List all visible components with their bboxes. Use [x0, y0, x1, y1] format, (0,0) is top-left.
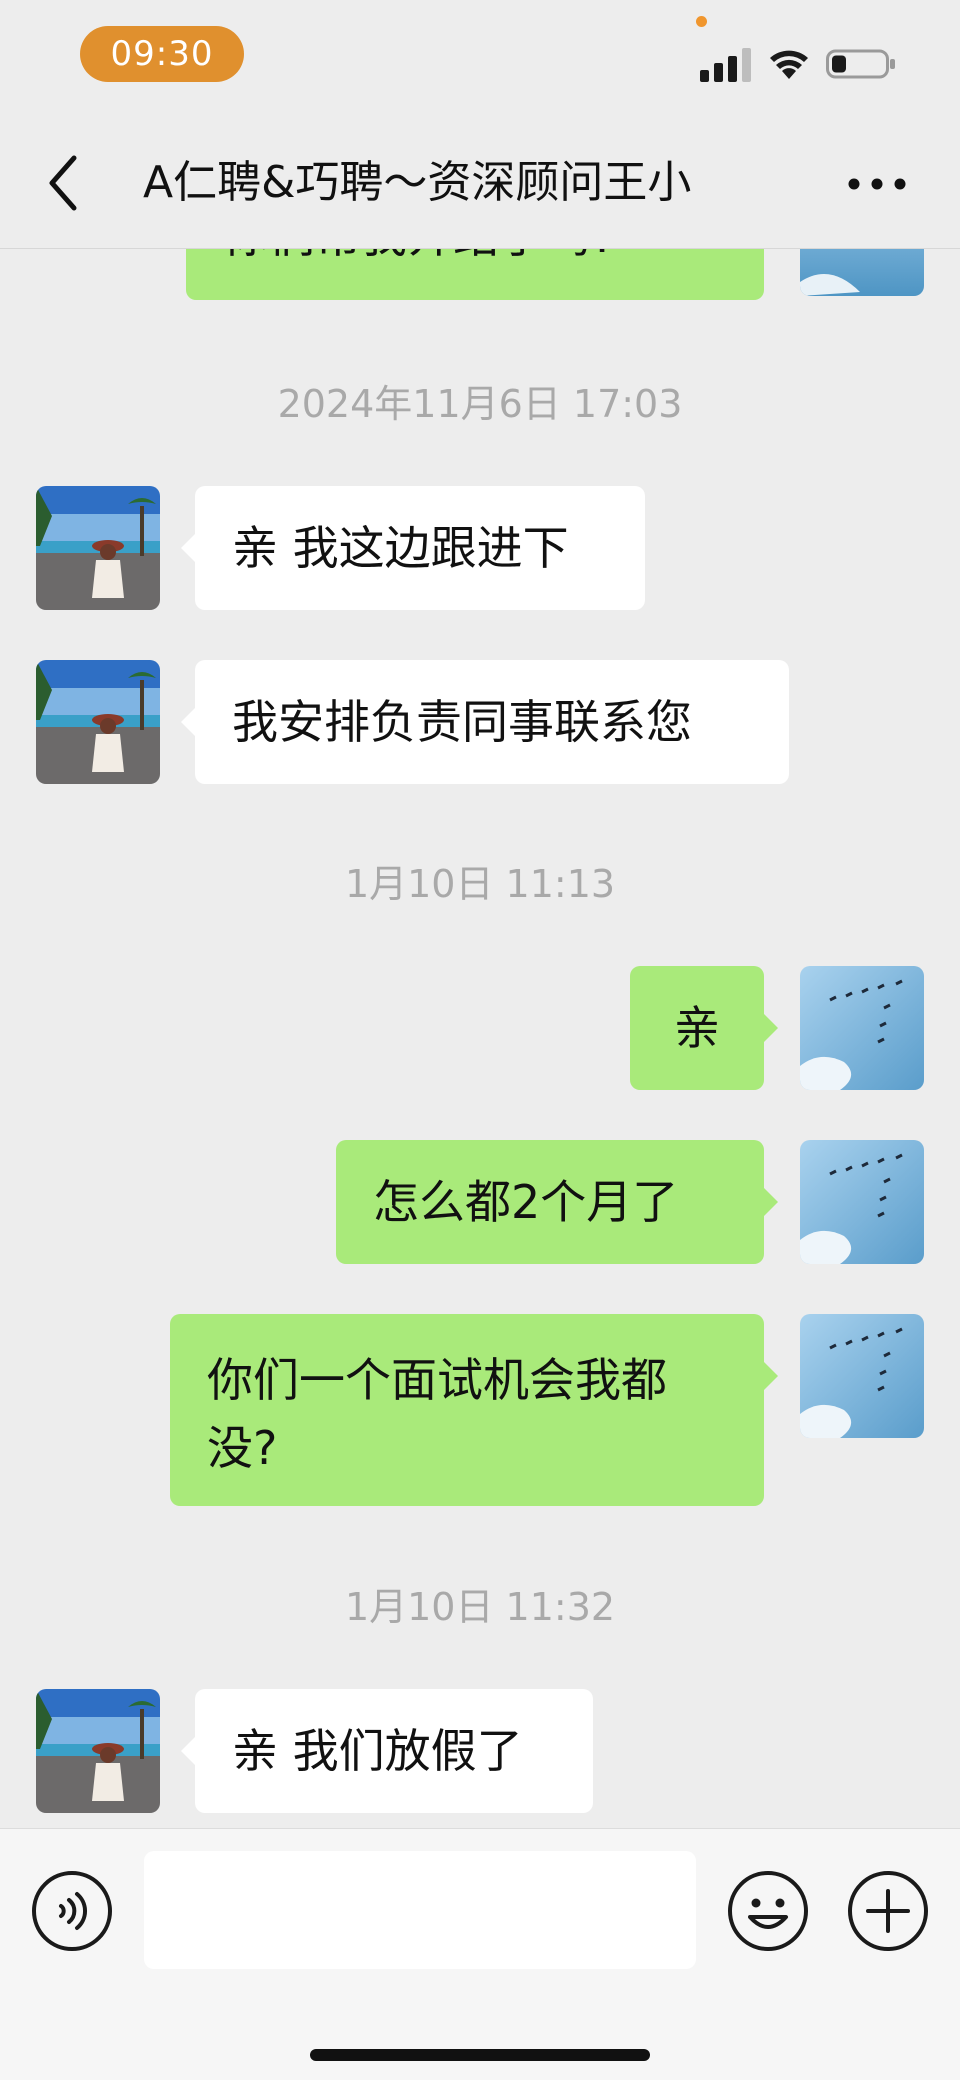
cellular-signal-icon	[700, 48, 751, 82]
privacy-indicator-dot	[696, 16, 707, 27]
avatar-contact[interactable]	[36, 486, 160, 610]
avatar-self[interactable]	[800, 248, 924, 296]
input-bar	[0, 1828, 960, 2080]
chat-header: A仁聘&巧聘～资深顾问王小	[0, 120, 960, 249]
message-bubble-sent[interactable]: 你们一个面试机会我都没?	[170, 1314, 778, 1506]
status-bar: 09:30	[0, 0, 960, 120]
message-input[interactable]	[144, 1851, 696, 1969]
timestamp: 1月10日 11:13	[344, 862, 616, 906]
avatar-self[interactable]	[800, 1140, 924, 1264]
avatar-self[interactable]	[800, 966, 924, 1090]
message-bubble-received[interactable]: 亲 我这边跟进下	[181, 486, 645, 610]
avatar-contact[interactable]	[36, 1689, 160, 1813]
emoji-icon[interactable]	[726, 1869, 810, 1953]
plus-icon[interactable]	[846, 1869, 930, 1953]
timestamp: 2024年11月6日 17:03	[277, 382, 683, 426]
avatar-contact[interactable]	[36, 660, 160, 784]
wifi-icon	[770, 50, 808, 79]
timestamp: 1月10日 11:32	[344, 1585, 616, 1629]
message-bubble-received[interactable]: 亲 我们放假了	[181, 1689, 593, 1813]
message-bubble-sent[interactable]: 怎么都2个月了	[336, 1140, 778, 1264]
message-list[interactable]: 你们帮我介绍了吗? 2024年11月6日 17:03 亲	[0, 248, 960, 1828]
message-bubble-received[interactable]: 我安排负责同事联系您	[181, 660, 789, 784]
battery-icon	[826, 49, 895, 79]
chevron-left-icon[interactable]	[40, 150, 90, 216]
status-time: 09:30	[80, 26, 244, 82]
message-bubble-sent[interactable]: 亲	[630, 966, 778, 1090]
chat-title: A仁聘&巧聘～资深顾问王小	[143, 157, 692, 208]
more-icon[interactable]	[846, 160, 908, 208]
voice-icon[interactable]	[30, 1869, 114, 1953]
message-bubble-sent[interactable]: 你们帮我介绍了吗?	[186, 248, 764, 300]
home-indicator[interactable]	[310, 2049, 650, 2061]
avatar-self[interactable]	[800, 1314, 924, 1438]
